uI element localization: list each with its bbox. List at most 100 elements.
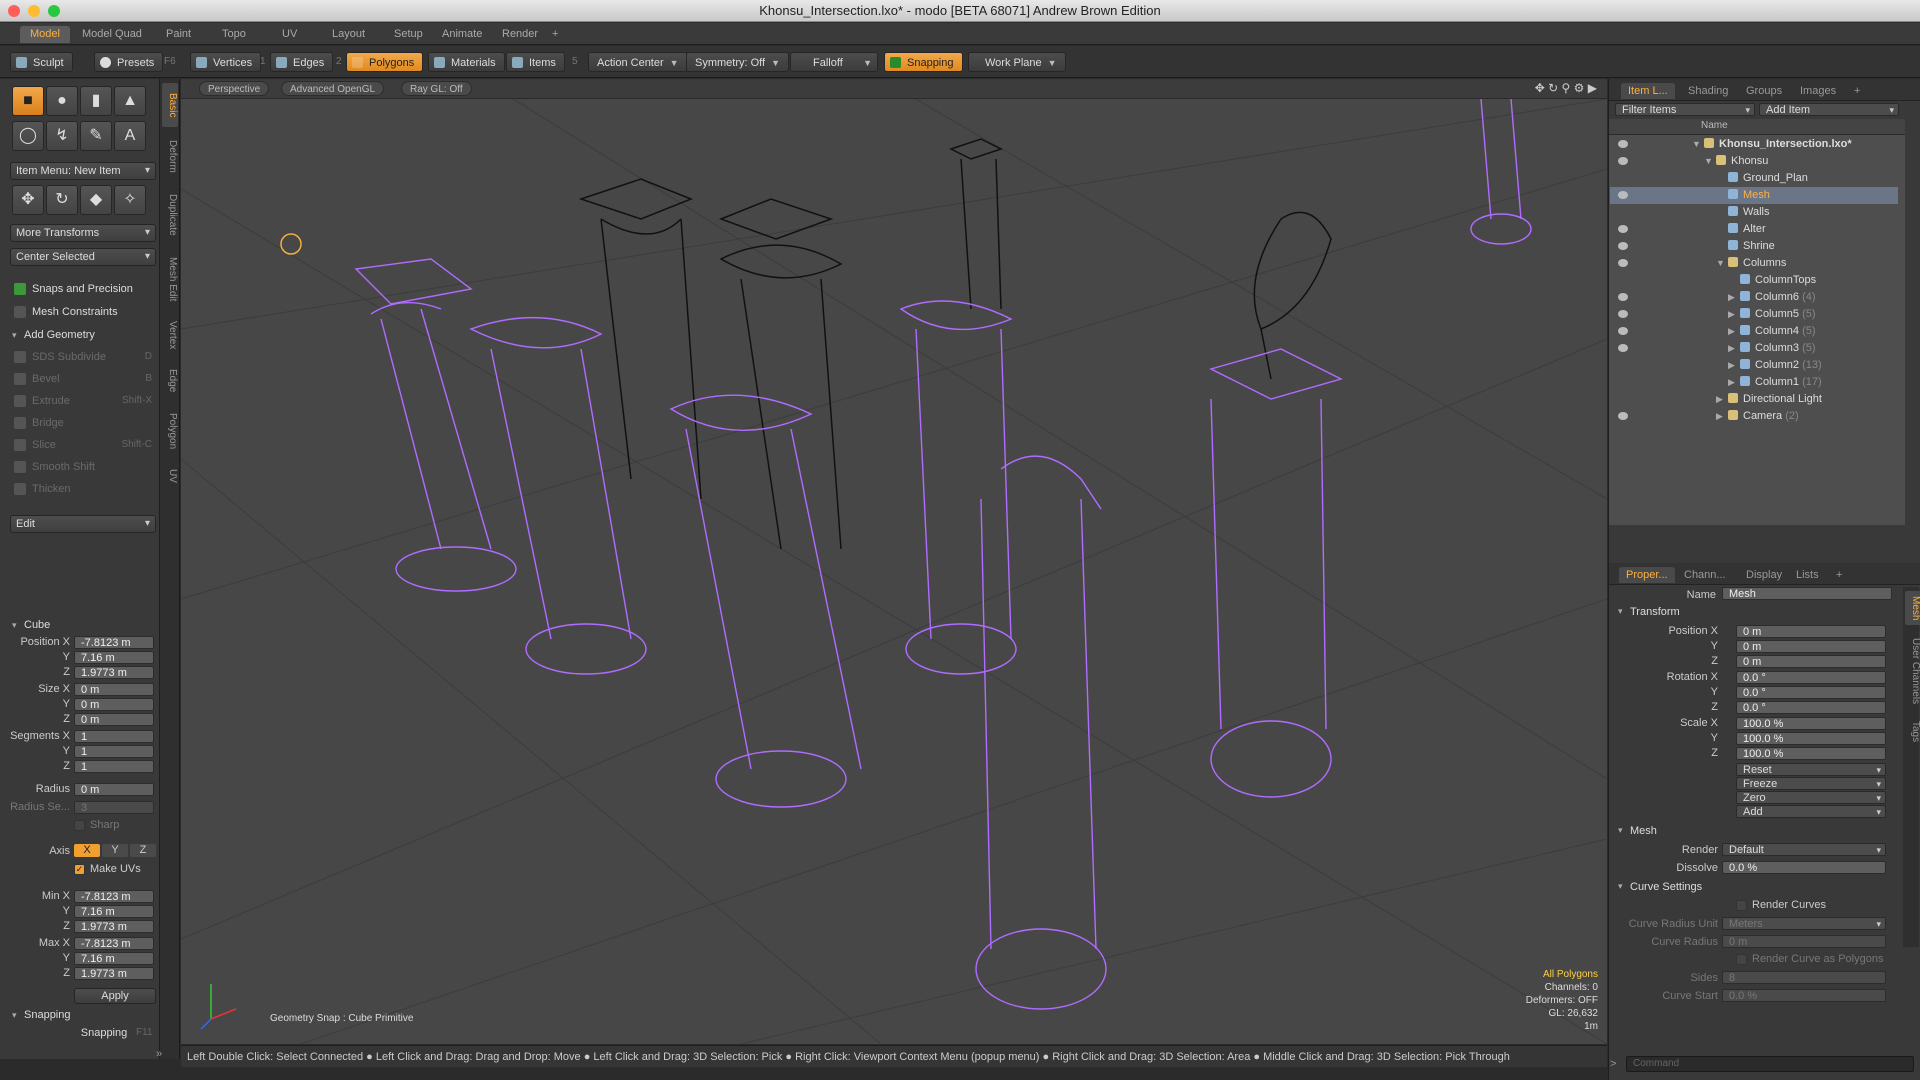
work-plane-dropdown[interactable]: Work Plane ▼ xyxy=(968,52,1066,72)
tab-layout[interactable]: Layout xyxy=(322,26,375,43)
tab-images[interactable]: Images xyxy=(1793,83,1843,99)
snapping-section-header[interactable]: Snapping xyxy=(10,1006,71,1024)
render-dropdown[interactable]: Default xyxy=(1722,843,1886,856)
tree-item[interactable]: ▼ Khonsu_Intersection.lxo* xyxy=(1610,136,1898,153)
reset-dropdown[interactable]: Reset xyxy=(1736,763,1886,776)
tab-properties[interactable]: Proper... xyxy=(1619,567,1675,583)
smooth-shift-button[interactable]: Smooth Shift xyxy=(10,457,156,477)
items-button[interactable]: Items xyxy=(506,52,565,72)
viewport-nav-icons[interactable]: ✥ ↻ ⚲ ⚙ ▶ xyxy=(1535,81,1597,95)
visibility-eye-icon[interactable] xyxy=(1618,157,1628,165)
vtab-uv[interactable]: UV xyxy=(162,461,178,491)
render-curves-checkbox[interactable] xyxy=(1736,900,1747,911)
tree-item[interactable]: ▶ Directional Light xyxy=(1610,391,1898,408)
render-mode-button[interactable]: Advanced OpenGL xyxy=(281,81,385,96)
tab-lists[interactable]: Lists xyxy=(1789,567,1826,583)
action-center-dropdown[interactable]: Action Center ▼ xyxy=(588,52,688,72)
torus-tool-button[interactable]: ◯ xyxy=(12,121,44,151)
vtab-edge[interactable]: Edge xyxy=(162,361,178,401)
vtab-user-channels[interactable]: User Channels xyxy=(1905,629,1920,713)
size-y-field[interactable]: 0 m xyxy=(74,698,154,711)
slice-button[interactable]: Slice Shift-C xyxy=(10,435,156,455)
dissolve-field[interactable]: 0.0 % xyxy=(1722,861,1886,874)
segments-x-field[interactable]: 1 xyxy=(74,730,154,743)
visibility-eye-icon[interactable] xyxy=(1618,225,1628,233)
curve-start-field[interactable]: 0.0 % xyxy=(1722,989,1886,1002)
bevel-button[interactable]: Bevel B xyxy=(10,369,156,389)
symmetry-dropdown[interactable]: Symmetry: Off ▼ xyxy=(686,52,790,72)
vtab-mesh-edit[interactable]: Mesh Edit xyxy=(162,249,178,309)
min-z-field[interactable]: 1.9773 m xyxy=(74,920,154,933)
tab-setup[interactable]: Setup xyxy=(384,26,433,43)
add-panel-tab-button[interactable]: + xyxy=(1847,83,1867,99)
make-uvs-checkbox[interactable]: ✓ xyxy=(74,864,85,875)
tree-item[interactable]: ▶ Column3 (5) xyxy=(1610,340,1898,357)
tree-item[interactable]: ▶ Column6 (4) xyxy=(1610,289,1898,306)
transform-section-header[interactable]: Transform xyxy=(1618,606,1680,618)
thicken-button[interactable]: Thicken xyxy=(10,479,156,499)
visibility-eye-icon[interactable] xyxy=(1618,259,1628,267)
vtab-deform[interactable]: Deform xyxy=(162,131,178,181)
position-x-field[interactable]: 0 m xyxy=(1736,625,1886,638)
tree-item[interactable]: ▶ Camera (2) xyxy=(1610,408,1898,425)
radius-field[interactable]: 0 m xyxy=(74,783,154,796)
view-type-button[interactable]: Perspective xyxy=(199,81,270,96)
falloff-dropdown[interactable]: Falloff ▼ xyxy=(790,52,878,72)
max-z-field[interactable]: 1.9773 m xyxy=(74,967,154,980)
visibility-eye-icon[interactable] xyxy=(1618,140,1628,148)
sides-field[interactable]: 8 xyxy=(1722,971,1886,984)
add-dropdown[interactable]: Add xyxy=(1736,805,1886,818)
tree-item[interactable]: ▶ Column5 (5) xyxy=(1610,306,1898,323)
freeze-dropdown[interactable]: Freeze xyxy=(1736,777,1886,790)
curve-settings-header[interactable]: Curve Settings xyxy=(1618,881,1702,893)
vtab-vertex[interactable]: Vertex xyxy=(162,313,178,357)
expand-triangle-icon[interactable]: ▶ xyxy=(1728,306,1735,323)
vtab-duplicate[interactable]: Duplicate xyxy=(162,185,178,245)
polygons-button[interactable]: Polygons xyxy=(346,52,424,72)
presets-button[interactable]: Presets xyxy=(94,52,164,72)
tree-item[interactable]: ▼ Columns xyxy=(1610,255,1898,272)
name-column-header[interactable]: Name xyxy=(1701,120,1728,131)
scale-z-field[interactable]: 100.0 % xyxy=(1736,747,1886,760)
move-tool-button[interactable]: ✥ xyxy=(12,185,44,215)
vtab-mesh[interactable]: Mesh xyxy=(1905,591,1920,625)
visibility-eye-icon[interactable] xyxy=(1618,344,1628,352)
apply-button[interactable]: Apply xyxy=(74,988,156,1004)
vtab-tags[interactable]: Tags xyxy=(1905,717,1920,747)
tab-shading[interactable]: Shading xyxy=(1681,83,1735,99)
tree-item[interactable]: ColumnTops xyxy=(1610,272,1898,289)
max-y-field[interactable]: 7.16 m xyxy=(74,952,154,965)
render-curve-polygons-checkbox[interactable] xyxy=(1736,954,1747,965)
scale-x-field[interactable]: 100.0 % xyxy=(1736,717,1886,730)
visibility-eye-icon[interactable] xyxy=(1618,310,1628,318)
tree-item[interactable]: Shrine xyxy=(1610,238,1898,255)
sphere-tool-button[interactable]: ● xyxy=(46,86,78,116)
vtab-polygon[interactable]: Polygon xyxy=(162,405,178,457)
tab-model-quad[interactable]: Model Quad xyxy=(72,26,152,43)
tab-groups[interactable]: Groups xyxy=(1739,83,1789,99)
visibility-eye-icon[interactable] xyxy=(1618,412,1628,420)
expand-triangle-icon[interactable]: ▼ xyxy=(1716,255,1725,272)
cube-pivot-handle[interactable] xyxy=(280,233,302,255)
tab-animate[interactable]: Animate xyxy=(432,26,492,43)
visibility-eye-icon[interactable] xyxy=(1618,327,1628,335)
add-item-dropdown[interactable]: Add Item xyxy=(1759,103,1899,116)
cylinder-tool-button[interactable]: ▮ xyxy=(80,86,112,116)
visibility-eye-icon[interactable] xyxy=(1618,242,1628,250)
expand-triangle-icon[interactable]: ▶ xyxy=(1716,391,1723,408)
capsule-tool-button[interactable]: ↯ xyxy=(46,121,78,151)
tree-item[interactable]: ▼ Khonsu xyxy=(1610,153,1898,170)
expand-triangle-icon[interactable]: ▶ xyxy=(1728,323,1735,340)
cube-section-header[interactable]: Cube xyxy=(10,616,50,634)
min-x-field[interactable]: -7.8123 m xyxy=(74,890,154,903)
center-selected-dropdown[interactable]: Center Selected xyxy=(10,248,156,266)
tab-paint[interactable]: Paint xyxy=(156,26,201,43)
text-tool-button[interactable]: A xyxy=(114,121,146,151)
tree-item[interactable]: ▶ Column1 (17) xyxy=(1610,374,1898,391)
tab-topo[interactable]: Topo xyxy=(212,26,256,43)
rotation-z-field[interactable]: 0.0 ° xyxy=(1736,701,1886,714)
close-window-button[interactable] xyxy=(8,5,20,17)
command-input[interactable]: Command xyxy=(1626,1056,1914,1072)
zoom-window-button[interactable] xyxy=(48,5,60,17)
sds-subdivide-button[interactable]: SDS Subdivide D xyxy=(10,347,156,367)
